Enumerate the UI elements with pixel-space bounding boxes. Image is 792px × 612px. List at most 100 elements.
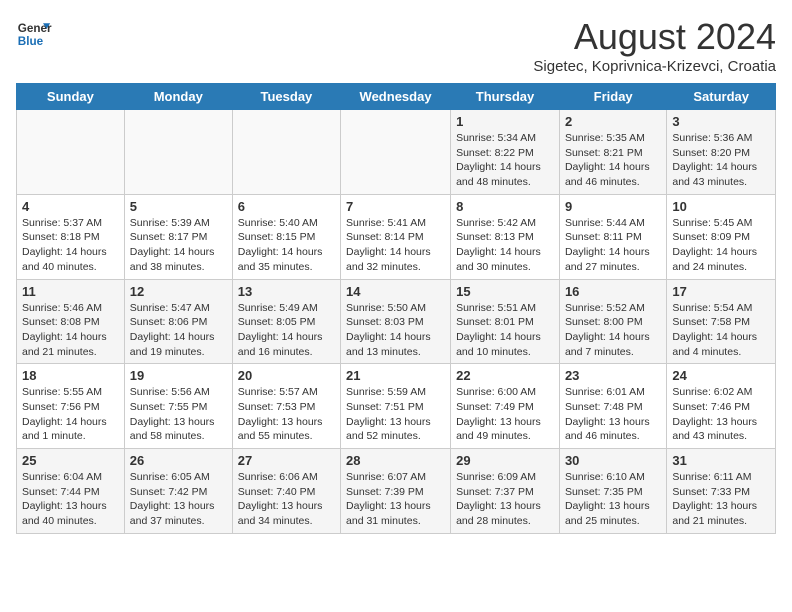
day-number: 30 [565,453,661,468]
day-info: Sunrise: 5:52 AM Sunset: 8:00 PM Dayligh… [565,301,661,360]
day-number: 5 [130,199,227,214]
location-subtitle: Sigetec, Koprivnica-Krizevci, Croatia [533,58,776,75]
page-header: General Blue August 2024 Sigetec, Kopriv… [16,16,776,75]
day-info: Sunrise: 6:11 AM Sunset: 7:33 PM Dayligh… [672,470,770,529]
day-info: Sunrise: 5:37 AM Sunset: 8:18 PM Dayligh… [22,216,119,275]
col-header-friday: Friday [559,84,666,110]
day-number: 10 [672,199,770,214]
day-info: Sunrise: 5:34 AM Sunset: 8:22 PM Dayligh… [456,131,554,190]
day-number: 29 [456,453,554,468]
day-info: Sunrise: 5:56 AM Sunset: 7:55 PM Dayligh… [130,385,227,444]
day-info: Sunrise: 6:09 AM Sunset: 7:37 PM Dayligh… [456,470,554,529]
logo: General Blue [16,16,52,52]
day-number: 3 [672,114,770,129]
day-info: Sunrise: 6:10 AM Sunset: 7:35 PM Dayligh… [565,470,661,529]
calendar-cell: 13 Sunrise: 5:49 AM Sunset: 8:05 PM Dayli… [232,279,340,364]
day-info: Sunrise: 5:41 AM Sunset: 8:14 PM Dayligh… [346,216,445,275]
day-info: Sunrise: 5:36 AM Sunset: 8:20 PM Dayligh… [672,131,770,190]
calendar-cell: 7 Sunrise: 5:41 AM Sunset: 8:14 PM Daylig… [341,194,451,279]
day-info: Sunrise: 5:45 AM Sunset: 8:09 PM Dayligh… [672,216,770,275]
calendar-cell: 23 Sunrise: 6:01 AM Sunset: 7:48 PM Dayli… [559,364,666,449]
calendar-cell: 27 Sunrise: 6:06 AM Sunset: 7:40 PM Dayli… [232,449,340,534]
calendar-cell: 16 Sunrise: 5:52 AM Sunset: 8:00 PM Dayli… [559,279,666,364]
calendar-cell: 6Sunrise: 5:40 AM Sunset: 8:15 PM Daylig… [232,194,340,279]
day-info: Sunrise: 5:50 AM Sunset: 8:03 PM Dayligh… [346,301,445,360]
day-info: Sunrise: 5:51 AM Sunset: 8:01 PM Dayligh… [456,301,554,360]
day-number: 27 [238,453,335,468]
day-info: Sunrise: 6:00 AM Sunset: 7:49 PM Dayligh… [456,385,554,444]
calendar-cell: 11 Sunrise: 5:46 AM Sunset: 8:08 PM Dayli… [17,279,125,364]
calendar-cell: 12Sunrise: 5:47 AM Sunset: 8:06 PM Dayli… [124,279,232,364]
calendar-cell [341,110,451,195]
calendar-table: SundayMondayTuesdayWednesdayThursdayFrid… [16,83,776,534]
calendar-cell: 15Sunrise: 5:51 AM Sunset: 8:01 PM Dayli… [451,279,560,364]
calendar-cell [17,110,125,195]
day-number: 1 [456,114,554,129]
calendar-cell: 2 Sunrise: 5:35 AM Sunset: 8:21 PM Daylig… [559,110,666,195]
calendar-cell: 26 Sunrise: 6:05 AM Sunset: 7:42 PM Dayli… [124,449,232,534]
day-info: Sunrise: 6:04 AM Sunset: 7:44 PM Dayligh… [22,470,119,529]
day-info: Sunrise: 5:44 AM Sunset: 8:11 PM Dayligh… [565,216,661,275]
day-number: 18 [22,368,119,383]
day-info: Sunrise: 5:55 AM Sunset: 7:56 PM Dayligh… [22,385,119,444]
col-header-thursday: Thursday [451,84,560,110]
calendar-cell [124,110,232,195]
day-number: 20 [238,368,335,383]
day-info: Sunrise: 5:57 AM Sunset: 7:53 PM Dayligh… [238,385,335,444]
day-info: Sunrise: 5:39 AM Sunset: 8:17 PM Dayligh… [130,216,227,275]
day-number: 6 [238,199,335,214]
calendar-cell: 28Sunrise: 6:07 AM Sunset: 7:39 PM Dayli… [341,449,451,534]
day-number: 21 [346,368,445,383]
col-header-tuesday: Tuesday [232,84,340,110]
day-info: Sunrise: 6:02 AM Sunset: 7:46 PM Dayligh… [672,385,770,444]
day-info: Sunrise: 5:46 AM Sunset: 8:08 PM Dayligh… [22,301,119,360]
calendar-cell: 20 Sunrise: 5:57 AM Sunset: 7:53 PM Dayli… [232,364,340,449]
calendar-cell: 10 Sunrise: 5:45 AM Sunset: 8:09 PM Dayli… [667,194,776,279]
calendar-cell: 3 Sunrise: 5:36 AM Sunset: 8:20 PM Daylig… [667,110,776,195]
day-info: Sunrise: 5:59 AM Sunset: 7:51 PM Dayligh… [346,385,445,444]
logo-icon: General Blue [16,16,52,52]
day-info: Sunrise: 5:35 AM Sunset: 8:21 PM Dayligh… [565,131,661,190]
calendar-cell: 17Sunrise: 5:54 AM Sunset: 7:58 PM Dayli… [667,279,776,364]
day-number: 7 [346,199,445,214]
day-number: 13 [238,284,335,299]
col-header-sunday: Sunday [17,84,125,110]
calendar-cell: 19 Sunrise: 5:56 AM Sunset: 7:55 PM Dayli… [124,364,232,449]
day-number: 24 [672,368,770,383]
calendar-cell: 24 Sunrise: 6:02 AM Sunset: 7:46 PM Dayli… [667,364,776,449]
svg-text:Blue: Blue [18,35,44,48]
calendar-cell: 31 Sunrise: 6:11 AM Sunset: 7:33 PM Dayli… [667,449,776,534]
day-number: 28 [346,453,445,468]
day-number: 4 [22,199,119,214]
day-info: Sunrise: 5:49 AM Sunset: 8:05 PM Dayligh… [238,301,335,360]
calendar-cell: 29 Sunrise: 6:09 AM Sunset: 7:37 PM Dayli… [451,449,560,534]
day-number: 11 [22,284,119,299]
day-info: Sunrise: 6:05 AM Sunset: 7:42 PM Dayligh… [130,470,227,529]
day-number: 2 [565,114,661,129]
day-info: Sunrise: 6:06 AM Sunset: 7:40 PM Dayligh… [238,470,335,529]
calendar-cell: 9 Sunrise: 5:44 AM Sunset: 8:11 PM Daylig… [559,194,666,279]
day-number: 16 [565,284,661,299]
day-number: 22 [456,368,554,383]
calendar-cell: 21 Sunrise: 5:59 AM Sunset: 7:51 PM Dayli… [341,364,451,449]
day-number: 23 [565,368,661,383]
day-number: 9 [565,199,661,214]
calendar-cell: 22 Sunrise: 6:00 AM Sunset: 7:49 PM Dayli… [451,364,560,449]
title-block: August 2024 Sigetec, Koprivnica-Krizevci… [533,16,776,75]
day-number: 31 [672,453,770,468]
day-number: 8 [456,199,554,214]
day-number: 19 [130,368,227,383]
calendar-cell: 14 Sunrise: 5:50 AM Sunset: 8:03 PM Dayli… [341,279,451,364]
day-number: 14 [346,284,445,299]
col-header-wednesday: Wednesday [341,84,451,110]
month-title: August 2024 [533,16,776,58]
day-number: 26 [130,453,227,468]
day-info: Sunrise: 5:42 AM Sunset: 8:13 PM Dayligh… [456,216,554,275]
day-info: Sunrise: 6:01 AM Sunset: 7:48 PM Dayligh… [565,385,661,444]
calendar-cell: 30 Sunrise: 6:10 AM Sunset: 7:35 PM Dayli… [559,449,666,534]
col-header-monday: Monday [124,84,232,110]
calendar-cell: 18 Sunrise: 5:55 AM Sunset: 7:56 PM Dayli… [17,364,125,449]
calendar-cell [232,110,340,195]
calendar-cell: 8 Sunrise: 5:42 AM Sunset: 8:13 PM Daylig… [451,194,560,279]
calendar-cell: 1 Sunrise: 5:34 AM Sunset: 8:22 PM Daylig… [451,110,560,195]
